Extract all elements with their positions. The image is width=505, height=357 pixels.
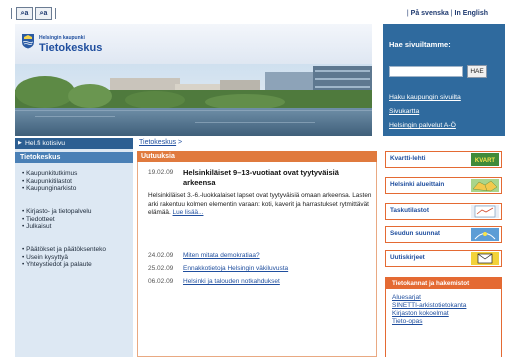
- lang-separator: |: [406, 10, 409, 17]
- helsinki-crest-icon: [22, 34, 34, 49]
- search-button[interactable]: HAE: [467, 65, 487, 78]
- top-separator: [11, 8, 12, 19]
- arrow-right-icon: ▶: [18, 140, 22, 146]
- left-navigation: ▶ Hel.fi kotisivu Tietokeskus Kaupunkitu…: [15, 138, 133, 357]
- databases-panel: Tietokannat ja hakemistot Aluesarjat SIN…: [385, 277, 502, 357]
- search-panel: Hae sivuiltamme: HAE Haku kaupungin sivu…: [383, 24, 505, 136]
- search-input[interactable]: [389, 66, 463, 77]
- nav-group-library: Kirjasto- ja tietopalvelu Tiedotteet Jul…: [22, 208, 92, 231]
- lead-news-body: Helsinkiläiset 3.-6.-luokkalaiset lapset…: [148, 192, 374, 218]
- news-item-date: 24.02.09: [148, 252, 174, 259]
- nav-item-tiedotteet[interactable]: Tiedotteet: [22, 216, 92, 224]
- text-size-small-button[interactable]: ⌕a: [16, 7, 33, 20]
- site-search-link[interactable]: Haku kaupungin sivuilta: [389, 94, 461, 101]
- news-item-date: 25.02.09: [148, 265, 174, 272]
- kvartti-badge-text: KVART: [475, 158, 496, 164]
- page-header: Helsingin kaupunki Tietokeskus Hae sivui…: [15, 24, 505, 136]
- text-size-large-button[interactable]: ⌕a: [35, 7, 52, 20]
- logo-area[interactable]: Helsingin kaupunki Tietokeskus: [15, 24, 372, 65]
- lead-news-date: 19.02.09: [148, 169, 174, 176]
- promo-label: Seudun suunnat: [390, 230, 441, 237]
- read-more-link[interactable]: Lue lisää...: [173, 209, 204, 216]
- promo-label: Taskutilastot: [390, 207, 429, 214]
- nav-section-title[interactable]: Tietokeskus: [15, 152, 133, 163]
- promo-uutiskirjeet[interactable]: Uutiskirjeet: [385, 250, 502, 267]
- news-item-link[interactable]: Helsinki ja talouden notkahdukset: [183, 278, 280, 285]
- logo-title: Tietokeskus: [39, 42, 103, 54]
- promo-taskutilastot[interactable]: Taskutilastot: [385, 203, 502, 220]
- lang-swedish-link[interactable]: På svenska: [411, 10, 449, 17]
- promo-label: Kvartti-lehti: [390, 155, 426, 162]
- news-header: Uutuuksia: [137, 151, 377, 162]
- services-a-o-link[interactable]: Helsingin palvelut A-Ö: [389, 122, 456, 129]
- nav-item-usein-kysyttya[interactable]: Usein kysyttyä: [22, 254, 106, 262]
- lang-separator: |: [450, 10, 453, 17]
- nav-group-research: Kaupunkitutkimus Kaupunkitilastot Kaupun…: [22, 170, 77, 193]
- promo-helsinki-alueittain[interactable]: Helsinki alueittain: [385, 177, 502, 194]
- news-header-label: Uutuuksia: [141, 153, 175, 160]
- promo-kvartti[interactable]: Kvartti-lehti KVART: [385, 151, 502, 168]
- zoom-large-label: a: [43, 10, 48, 17]
- db-link-kirjasto[interactable]: Kirjaston kokoelmat: [392, 310, 449, 317]
- nav-item-kirjasto[interactable]: Kirjasto- ja tietopalvelu: [22, 208, 91, 216]
- nav-section-label: Tietokeskus: [20, 154, 61, 161]
- breadcrumb-separator: >: [178, 139, 183, 146]
- language-links: | På svenska | In English: [407, 10, 488, 17]
- db-link-tieto-opas[interactable]: Tieto-opas: [392, 318, 422, 325]
- promo-label: Helsinki alueittain: [390, 181, 445, 188]
- breadcrumb-tietokeskus[interactable]: Tietokeskus: [139, 139, 176, 146]
- promo-seudun-suunnat[interactable]: Seudun suunnat: [385, 226, 502, 243]
- db-link-sinetti[interactable]: SINETTI-arkistotietokanta: [392, 302, 466, 309]
- nav-item-paatokset[interactable]: Päätökset ja päätöksenteko: [22, 246, 106, 254]
- district-map-icon: [471, 179, 499, 192]
- news-panel: Uutuuksia 19.02.09 Helsinkiläiset 9–13-v…: [137, 151, 377, 357]
- lang-english-link[interactable]: In English: [455, 10, 488, 17]
- helsinki-skyline-photo: [15, 64, 372, 136]
- breadcrumb: Tietokeskus >: [139, 139, 182, 146]
- newsletter-envelope-icon: [471, 252, 499, 265]
- sitemap-link[interactable]: Sivukartta: [389, 108, 419, 115]
- db-link-aluesarjat[interactable]: Aluesarjat: [392, 294, 421, 301]
- zoom-small-label: a: [24, 10, 29, 17]
- nav-item-kaupunginarkisto[interactable]: Kaupunginarkisto: [22, 185, 77, 193]
- news-item-link[interactable]: Miten mitata demokratiaa?: [183, 252, 260, 259]
- news-item-date: 06.02.09: [148, 278, 174, 285]
- kvartti-magazine-icon: KVART: [471, 153, 499, 166]
- news-item-link[interactable]: Ennakkotietoja Helsingin väkiluvusta: [183, 265, 288, 272]
- nav-home-label: Hel.fi kotisivu: [25, 140, 66, 147]
- nav-item-kaupunkitilastot[interactable]: Kaupunkitilastot: [22, 178, 77, 186]
- logo-small-text: Helsingin kaupunki: [39, 35, 85, 41]
- news-body: 19.02.09 Helsinkiläiset 9–13-vuotiaat ov…: [137, 162, 377, 357]
- promo-label: Uutiskirjeet: [390, 254, 425, 261]
- databases-header-label: Tietokannat ja hakemistot: [392, 280, 470, 287]
- nav-home-link[interactable]: ▶ Hel.fi kotisivu: [15, 138, 133, 149]
- lead-news-title[interactable]: Helsinkiläiset 9–13-vuotiaat ovat tyytyv…: [183, 168, 373, 188]
- databases-header: Tietokannat ja hakemistot: [386, 278, 501, 289]
- nav-group-decisions: Päätökset ja päätöksenteko Usein kysytty…: [22, 246, 106, 269]
- nav-item-kaupunkitutkimus[interactable]: Kaupunkitutkimus: [22, 170, 77, 178]
- search-title: Hae sivuiltamme:: [389, 40, 451, 49]
- pocket-stats-icon: [471, 205, 499, 218]
- top-bar: ⌕a ⌕a | På svenska | In English: [5, 5, 500, 24]
- region-directions-icon: [471, 228, 499, 241]
- nav-item-yhteystiedot[interactable]: Yhteystiedot ja palaute: [22, 261, 106, 269]
- top-separator: [55, 8, 56, 19]
- nav-item-julkaisut[interactable]: Julkaisut: [22, 223, 92, 231]
